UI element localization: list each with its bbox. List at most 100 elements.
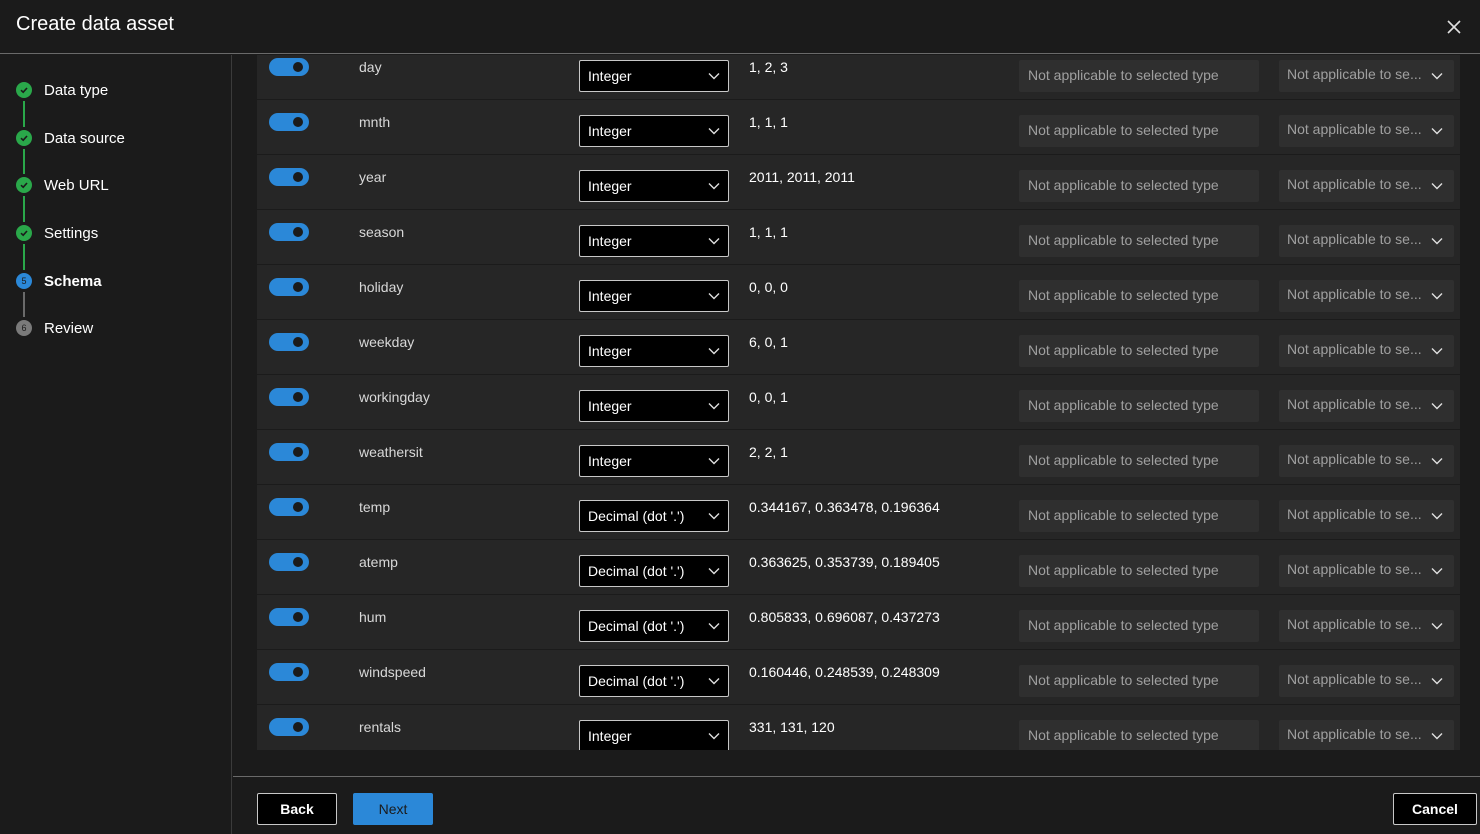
column-name: rentals xyxy=(359,719,402,735)
dialog-footer: Back Next Cancel xyxy=(233,776,1480,834)
column-name: weekday xyxy=(359,334,415,350)
type-dropdown[interactable]: Integer xyxy=(579,720,729,750)
step-data-source[interactable]: Data source xyxy=(16,127,125,149)
sample-values: 1, 2, 3 xyxy=(749,59,788,75)
chevron-down-icon xyxy=(708,513,720,520)
include-toggle[interactable] xyxy=(269,608,309,626)
step-label: Schema xyxy=(44,272,102,290)
step-number-icon: 6 xyxy=(16,320,32,336)
type-dropdown[interactable]: Integer xyxy=(579,335,729,367)
include-toggle[interactable] xyxy=(269,278,309,296)
step-schema[interactable]: 5 Schema xyxy=(16,270,102,292)
format-field-disabled: Not applicable to selected type xyxy=(1019,610,1259,642)
include-toggle[interactable] xyxy=(269,388,309,406)
chevron-down-icon xyxy=(1431,623,1443,630)
chevron-down-icon xyxy=(708,183,720,190)
include-toggle[interactable] xyxy=(269,553,309,571)
include-toggle[interactable] xyxy=(269,168,309,186)
include-toggle[interactable] xyxy=(269,333,309,351)
step-connector xyxy=(23,149,25,174)
format-field-text: Not applicable to selected type xyxy=(1028,397,1219,413)
sample-values: 0.160446, 0.248539, 0.248309 xyxy=(749,664,940,680)
cancel-button[interactable]: Cancel xyxy=(1393,793,1477,825)
format-field-text: Not applicable to selected type xyxy=(1028,232,1219,248)
chevron-down-icon xyxy=(1431,183,1443,190)
wizard-stepper: Data type Data source Web URL Settings 5 Sche… xyxy=(0,55,232,834)
include-toggle[interactable] xyxy=(269,58,309,76)
type-value: Decimal (dot '.') xyxy=(588,563,685,579)
type-dropdown[interactable]: Integer xyxy=(579,225,729,257)
sample-values: 2, 2, 1 xyxy=(749,444,788,460)
include-toggle[interactable] xyxy=(269,223,309,241)
locale-dropdown-disabled: Not applicable to se... xyxy=(1279,170,1454,202)
chevron-down-icon xyxy=(708,568,720,575)
locale-dropdown-text: Not applicable to se... xyxy=(1287,286,1422,302)
locale-dropdown-disabled: Not applicable to se... xyxy=(1279,720,1454,750)
schema-row: windspeed Decimal (dot '.') 0.160446, 0.24… xyxy=(257,650,1460,705)
schema-row: weathersit Integer 2, 2, 1 Not applicable t… xyxy=(257,430,1460,485)
step-review[interactable]: 6 Review xyxy=(16,317,93,339)
schema-table: day Integer 1, 2, 3 Not applicable to selec… xyxy=(257,55,1460,750)
next-button[interactable]: Next xyxy=(353,793,433,825)
step-connector xyxy=(23,196,25,222)
format-field-text: Not applicable to selected type xyxy=(1028,287,1219,303)
type-value: Integer xyxy=(588,178,632,194)
type-dropdown[interactable]: Integer xyxy=(579,280,729,312)
type-dropdown[interactable]: Decimal (dot '.') xyxy=(579,665,729,697)
step-label: Web URL xyxy=(44,176,109,194)
type-value: Integer xyxy=(588,398,632,414)
locale-dropdown-text: Not applicable to se... xyxy=(1287,451,1422,467)
locale-dropdown-disabled: Not applicable to se... xyxy=(1279,500,1454,532)
include-toggle[interactable] xyxy=(269,498,309,516)
locale-dropdown-text: Not applicable to se... xyxy=(1287,726,1422,742)
type-dropdown[interactable]: Integer xyxy=(579,390,729,422)
chevron-down-icon xyxy=(1431,293,1443,300)
step-connector xyxy=(23,292,25,317)
chevron-down-icon xyxy=(1431,348,1443,355)
dialog-header: Create data asset xyxy=(0,0,1480,54)
include-toggle[interactable] xyxy=(269,443,309,461)
chevron-down-icon xyxy=(1431,128,1443,135)
include-toggle[interactable] xyxy=(269,663,309,681)
back-button[interactable]: Back xyxy=(257,793,337,825)
step-data-type[interactable]: Data type xyxy=(16,79,108,101)
type-dropdown[interactable]: Integer xyxy=(579,60,729,92)
check-circle-icon xyxy=(16,177,32,193)
step-label: Data type xyxy=(44,81,109,99)
chevron-down-icon xyxy=(1431,403,1443,410)
column-name: weathersit xyxy=(359,444,423,460)
step-web-url[interactable]: Web URL xyxy=(16,174,109,196)
chevron-down-icon xyxy=(1431,513,1443,520)
step-connector xyxy=(23,244,25,270)
type-dropdown[interactable]: Integer xyxy=(579,170,729,202)
schema-row: weekday Integer 6, 0, 1 Not applicable to s… xyxy=(257,320,1460,375)
close-icon[interactable] xyxy=(1444,17,1464,37)
schema-row: holiday Integer 0, 0, 0 Not applicable to s… xyxy=(257,265,1460,320)
chevron-down-icon xyxy=(1431,238,1443,245)
type-dropdown[interactable]: Decimal (dot '.') xyxy=(579,610,729,642)
column-name: season xyxy=(359,224,405,240)
format-field-disabled: Not applicable to selected type xyxy=(1019,60,1259,92)
chevron-down-icon xyxy=(708,458,720,465)
chevron-down-icon xyxy=(1431,73,1443,80)
include-toggle[interactable] xyxy=(269,718,309,736)
sample-values: 0.805833, 0.696087, 0.437273 xyxy=(749,609,940,625)
type-value: Decimal (dot '.') xyxy=(588,673,685,689)
check-circle-icon xyxy=(16,130,32,146)
step-settings[interactable]: Settings xyxy=(16,222,98,244)
schema-row: temp Decimal (dot '.') 0.344167, 0.363478,… xyxy=(257,485,1460,540)
format-field-disabled: Not applicable to selected type xyxy=(1019,445,1259,477)
sample-values: 0.363625, 0.353739, 0.189405 xyxy=(749,554,940,570)
column-name: hum xyxy=(359,609,387,625)
schema-row: hum Decimal (dot '.') 0.805833, 0.696087, … xyxy=(257,595,1460,650)
format-field-text: Not applicable to selected type xyxy=(1028,507,1219,523)
locale-dropdown-disabled: Not applicable to se... xyxy=(1279,60,1454,92)
type-dropdown[interactable]: Decimal (dot '.') xyxy=(579,500,729,532)
type-dropdown[interactable]: Integer xyxy=(579,445,729,477)
format-field-text: Not applicable to selected type xyxy=(1028,672,1219,688)
include-toggle[interactable] xyxy=(269,113,309,131)
locale-dropdown-text: Not applicable to se... xyxy=(1287,616,1422,632)
type-dropdown[interactable]: Decimal (dot '.') xyxy=(579,555,729,587)
type-dropdown[interactable]: Integer xyxy=(579,115,729,147)
locale-dropdown-disabled: Not applicable to se... xyxy=(1279,115,1454,147)
